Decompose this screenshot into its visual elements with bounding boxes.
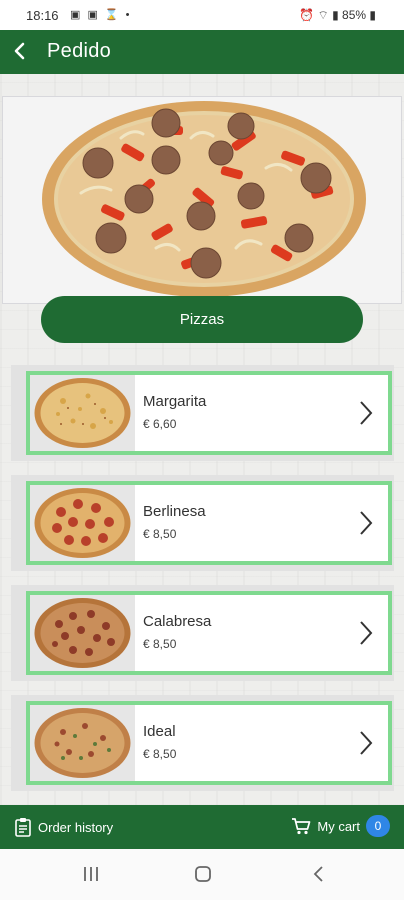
product-card-inner[interactable]: Calabresa € 8,50 xyxy=(26,591,392,675)
status-bar: 18:16 ▣ ▣ ⌛ • ⏰ ⌔ ▮ 85% ▮ xyxy=(0,0,404,32)
back-arrow-icon xyxy=(14,42,25,60)
product-name: Ideal xyxy=(143,723,176,740)
back-nav-icon[interactable] xyxy=(310,865,328,883)
product-name: Berlinesa xyxy=(143,503,206,520)
product-card-inner[interactable]: Ideal € 8,50 xyxy=(26,701,392,785)
wifi-icon: ⌔ xyxy=(317,8,329,22)
battery-level: 85% xyxy=(342,8,367,22)
chevron-right-icon xyxy=(360,621,373,645)
product-price: € 6,60 xyxy=(143,417,177,431)
chevron-right-icon xyxy=(360,511,373,535)
product-name: Margarita xyxy=(143,393,207,410)
cart-icon xyxy=(292,818,311,835)
product-price: € 8,50 xyxy=(143,527,177,541)
my-cart-button[interactable]: My cart 0 xyxy=(291,815,390,837)
app-bar: Pedido xyxy=(0,30,404,74)
product-card-margarita[interactable]: Margarita € 6,60 xyxy=(11,365,394,461)
status-right: ⏰ ⌔ ▮ 85% ▮ xyxy=(299,8,376,23)
product-thumbnail xyxy=(30,705,135,781)
product-thumbnail xyxy=(30,375,135,451)
product-thumbnail xyxy=(30,595,135,671)
product-card-berlinesa[interactable]: Berlinesa € 8,50 xyxy=(11,475,394,571)
battery-icon: ▮ xyxy=(369,8,376,22)
signal-icon: ▮ xyxy=(332,8,339,22)
product-price: € 8,50 xyxy=(143,637,177,651)
chevron-right-icon xyxy=(360,731,373,755)
page-title: Pedido xyxy=(47,40,112,62)
pizza-calabresa-image xyxy=(34,598,131,668)
status-time: 18:16 xyxy=(26,8,59,23)
product-card-inner[interactable]: Berlinesa € 8,50 xyxy=(26,481,392,565)
order-history-label: Order history xyxy=(38,819,114,835)
alarm-icon: ⏰ xyxy=(299,8,315,22)
pizza-margarita-image xyxy=(34,378,131,448)
recent-apps-icon[interactable] xyxy=(82,865,100,883)
product-name: Calabresa xyxy=(143,613,212,630)
chevron-right-icon xyxy=(360,401,373,425)
content-area[interactable]: Pizzas Margarita € 6,60 Berlinesa € 8,50… xyxy=(0,74,404,805)
product-card-calabresa[interactable]: Calabresa € 8,50 xyxy=(11,585,394,681)
product-card-inner[interactable]: Margarita € 6,60 xyxy=(26,371,392,455)
clipboard-icon xyxy=(15,818,31,837)
product-card-ideal[interactable]: Ideal € 8,50 xyxy=(11,695,394,791)
my-cart-label: My cart xyxy=(317,818,360,834)
product-thumbnail xyxy=(30,485,135,561)
pizza-ideal-image xyxy=(34,708,131,778)
pizza-berlinesa-image xyxy=(34,488,131,558)
back-button[interactable] xyxy=(6,36,36,66)
product-price: € 8,50 xyxy=(143,747,177,761)
order-history-button[interactable]: Order history xyxy=(14,817,113,837)
notification-icons: ▣ ▣ ⌛ • xyxy=(70,9,132,21)
pizza-hero-image xyxy=(42,101,366,297)
category-hero-image xyxy=(2,96,402,304)
system-nav-bar xyxy=(0,849,404,900)
cart-count-badge: 0 xyxy=(366,815,390,837)
home-icon[interactable] xyxy=(194,865,212,883)
bottom-bar: Order history My cart 0 xyxy=(0,805,404,849)
category-pizzas-button[interactable]: Pizzas xyxy=(41,296,363,343)
